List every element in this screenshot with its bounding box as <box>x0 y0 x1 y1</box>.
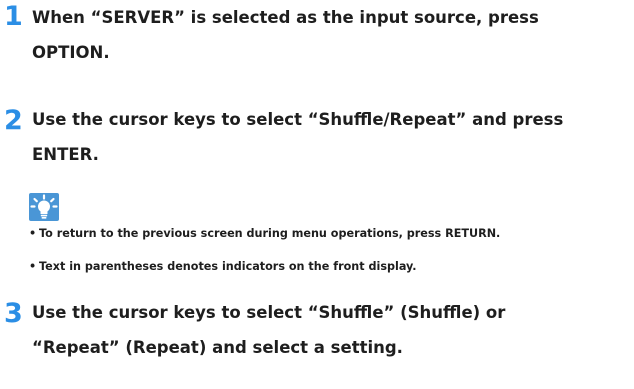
hint-notes: To return to the previous screen during … <box>29 224 629 290</box>
step-instruction: Use the cursor keys to select “Shuffle” … <box>32 295 632 365</box>
step-instruction-line: ENTER. <box>32 145 99 164</box>
step-number: 2 <box>4 105 23 136</box>
step-instruction: Use the cursor keys to select “Shuffle/R… <box>32 102 632 172</box>
step-instruction-line: Use the cursor keys to select “Shuffle/R… <box>32 110 564 129</box>
step-instruction-line: When “SERVER” is selected as the input s… <box>32 8 539 27</box>
step-instruction-line: Use the cursor keys to select “Shuffle” … <box>32 303 506 322</box>
step-number: 3 <box>4 298 23 329</box>
lightbulb-hint-icon <box>29 193 59 221</box>
step-instruction-line: OPTION. <box>32 43 110 62</box>
step-number: 1 <box>4 1 23 32</box>
step-instruction-line: “Repeat” (Repeat) and select a setting. <box>32 338 403 357</box>
step-instruction: When “SERVER” is selected as the input s… <box>32 0 632 70</box>
hint-note: To return to the previous screen during … <box>29 224 629 244</box>
hint-note: Text in parentheses denotes indicators o… <box>29 257 629 277</box>
